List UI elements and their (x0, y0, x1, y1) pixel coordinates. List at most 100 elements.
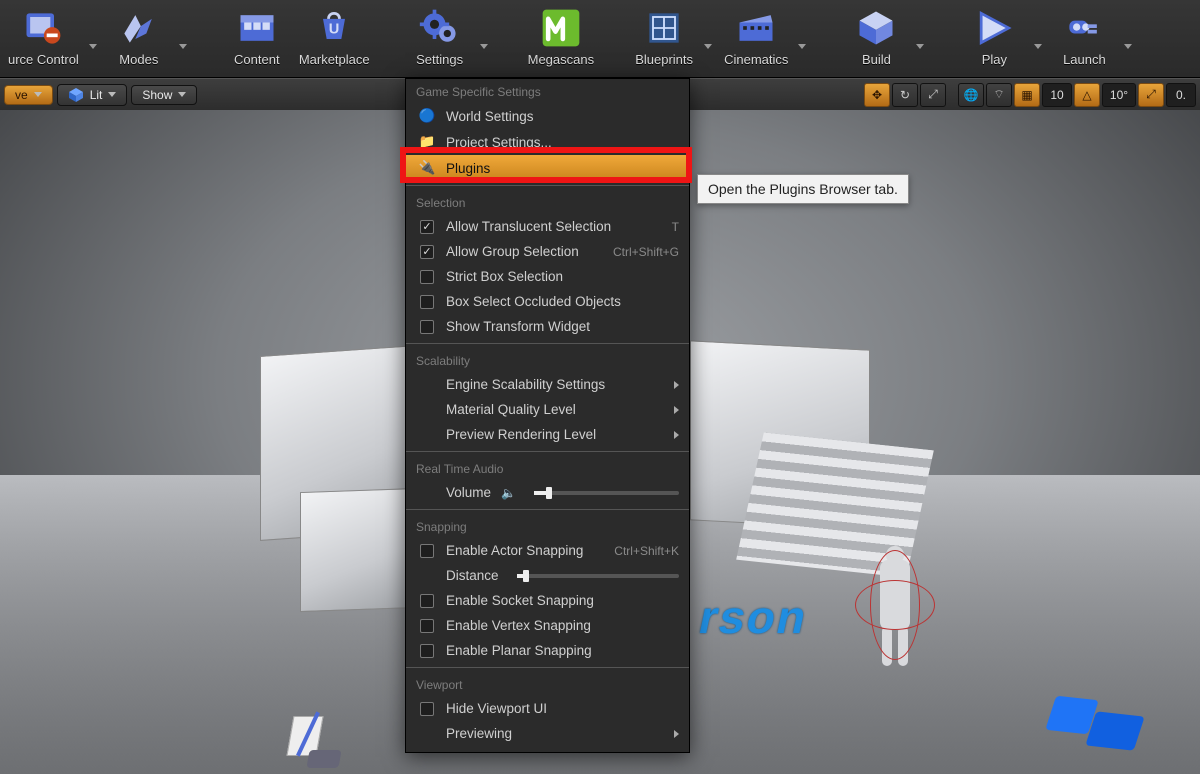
play-label: Play (982, 52, 1007, 67)
settings-button[interactable]: Settings (404, 4, 476, 71)
engine-scalability-item[interactable]: Engine Scalability Settings (406, 372, 689, 397)
enable-vertex-snapping-item[interactable]: Enable Vertex Snapping (406, 613, 689, 638)
viewport-geometry-block (300, 488, 420, 612)
build-button[interactable]: Build (840, 4, 912, 71)
checkbox-icon (420, 320, 434, 334)
viewport-mannequin (850, 540, 940, 670)
transform-gizmo-button[interactable]: ✥ (864, 83, 890, 107)
cube-icon (68, 87, 84, 103)
viewport-tab-label: ve (15, 88, 28, 102)
chevron-down-icon (108, 92, 116, 97)
chevron-right-icon (674, 431, 679, 439)
checkbox-checked-icon (420, 245, 434, 259)
strict-box-item[interactable]: Strict Box Selection (406, 264, 689, 289)
previewing-item[interactable]: Previewing (406, 721, 689, 746)
content-icon (233, 6, 281, 50)
viewport-start-gizmo (280, 710, 350, 774)
scale-gizmo-button[interactable]: ⤢ (920, 83, 946, 107)
blueprints-button[interactable]: Blueprints (628, 4, 700, 71)
launch-icon (1060, 6, 1108, 50)
modes-label: Modes (119, 52, 158, 67)
megascans-label: Megascans (528, 52, 594, 67)
enable-actor-snapping-item[interactable]: Enable Actor Snapping Ctrl+Shift+K (406, 538, 689, 563)
plugins-item[interactable]: 🔌 Plugins (406, 155, 689, 181)
rotate-gizmo-button[interactable]: ↻ (892, 83, 918, 107)
globe-coord-button[interactable]: 🌐 (958, 83, 984, 107)
launch-button[interactable]: Launch (1048, 4, 1120, 71)
cinematics-button[interactable]: Cinematics (718, 4, 794, 71)
scale-icon: ⤢ (928, 87, 938, 102)
grid-snap-value[interactable]: 10 (1042, 83, 1072, 107)
checkbox-icon (420, 594, 434, 608)
play-button[interactable]: Play (958, 4, 1030, 71)
chevron-down-icon[interactable] (89, 44, 97, 49)
checkbox-icon (420, 619, 434, 633)
modes-icon (115, 6, 163, 50)
angle-snap-value[interactable]: 10° (1102, 83, 1136, 107)
marketplace-button[interactable]: U Marketplace (293, 4, 376, 71)
plugins-tooltip: Open the Plugins Browser tab. (697, 174, 909, 204)
content-label: Content (234, 52, 280, 67)
enable-socket-snapping-item[interactable]: Enable Socket Snapping (406, 588, 689, 613)
chevron-down-icon[interactable] (916, 44, 924, 49)
globe-icon: 🔵 (418, 108, 436, 124)
checkbox-icon (420, 544, 434, 558)
launch-label: Launch (1063, 52, 1106, 67)
dropdown-section-scalability: Scalability (406, 348, 689, 372)
chevron-down-icon[interactable] (1034, 44, 1042, 49)
checkbox-icon (420, 295, 434, 309)
chevron-down-icon[interactable] (480, 44, 488, 49)
box-occluded-item[interactable]: Box Select Occluded Objects (406, 289, 689, 314)
chevron-down-icon (34, 92, 42, 97)
chevron-down-icon[interactable] (1124, 44, 1132, 49)
surface-icon: ⌔ (993, 87, 1004, 102)
allow-group-item[interactable]: Allow Group Selection Ctrl+Shift+G (406, 239, 689, 264)
cinematics-label: Cinematics (724, 52, 788, 67)
plug-icon: 🔌 (418, 160, 436, 176)
angle-snap-button[interactable]: △ (1074, 83, 1100, 107)
lit-mode-button[interactable]: Lit (57, 84, 128, 106)
chevron-down-icon[interactable] (798, 44, 806, 49)
volume-item[interactable]: Volume 🔈 (406, 480, 689, 505)
chevron-down-icon[interactable] (179, 44, 187, 49)
grid-snap-button[interactable]: ▦ (1014, 83, 1040, 107)
show-transform-item[interactable]: Show Transform Widget (406, 314, 689, 339)
viewport-floor-text: rson (694, 590, 813, 644)
show-label: Show (142, 88, 172, 102)
play-icon (970, 6, 1018, 50)
enable-planar-snapping-item[interactable]: Enable Planar Snapping (406, 638, 689, 663)
dropdown-section-game: Game Specific Settings (406, 79, 689, 103)
world-settings-item[interactable]: 🔵 World Settings (406, 103, 689, 129)
preview-rendering-item[interactable]: Preview Rendering Level (406, 422, 689, 447)
viewport-tab-active[interactable]: ve (4, 85, 53, 105)
material-quality-item[interactable]: Material Quality Level (406, 397, 689, 422)
megascans-icon (537, 6, 585, 50)
camera-speed-value[interactable]: 0. (1166, 83, 1196, 107)
dropdown-section-selection: Selection (406, 190, 689, 214)
show-button[interactable]: Show (131, 85, 197, 105)
lit-label: Lit (90, 88, 103, 102)
settings-dropdown: Game Specific Settings 🔵 World Settings … (405, 78, 690, 753)
settings-icon (416, 6, 464, 50)
build-icon (852, 6, 900, 50)
settings-label: Settings (416, 52, 463, 67)
allow-translucent-item[interactable]: Allow Translucent Selection T (406, 214, 689, 239)
source-control-button[interactable]: urce Control (2, 4, 85, 71)
distance-slider[interactable] (517, 574, 679, 578)
surface-snap-button[interactable]: ⌔ (986, 83, 1012, 107)
distance-item[interactable]: Distance (406, 563, 689, 588)
chevron-down-icon[interactable] (704, 44, 712, 49)
content-button[interactable]: Content (221, 4, 293, 71)
modes-button[interactable]: Modes (103, 4, 175, 71)
main-toolbar: urce Control Modes Content U Marketplace (0, 0, 1200, 78)
hide-viewport-ui-item[interactable]: Hide Viewport UI (406, 696, 689, 721)
scale-snap-button[interactable]: ⤢ (1138, 83, 1164, 107)
marketplace-icon: U (310, 6, 358, 50)
source-control-icon (19, 6, 67, 50)
angle-icon: △ (1082, 88, 1091, 102)
project-settings-item[interactable]: 📁 Project Settings... (406, 129, 689, 155)
megascans-button[interactable]: Megascans (522, 4, 600, 71)
checkbox-icon (420, 270, 434, 284)
volume-slider[interactable] (534, 491, 679, 495)
dropdown-section-audio: Real Time Audio (406, 456, 689, 480)
